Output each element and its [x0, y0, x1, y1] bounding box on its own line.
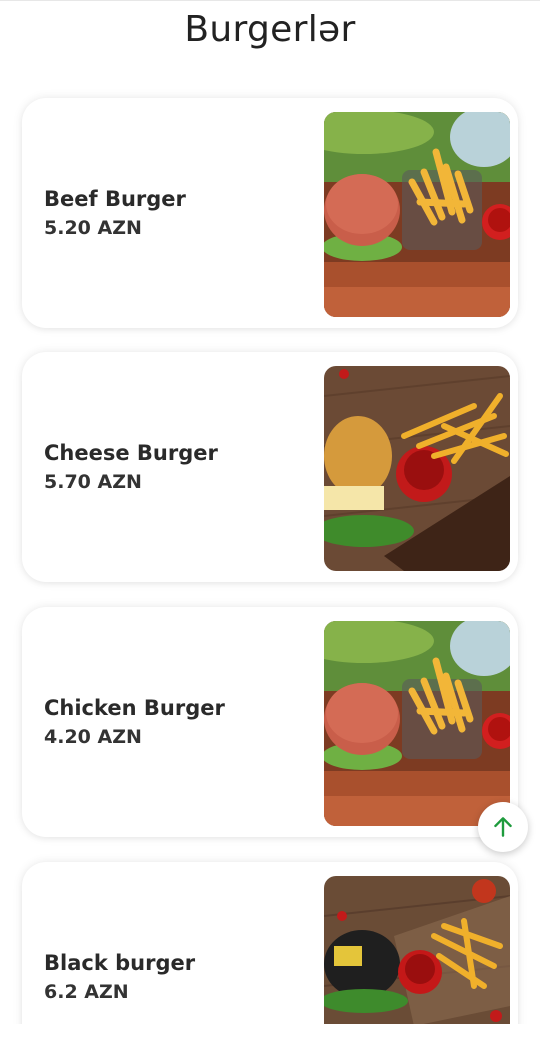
product-card[interactable]: Chicken Burger 4.20 AZN — [22, 607, 518, 837]
product-price: 5.70 AZN — [44, 471, 142, 493]
arrow-up-icon — [494, 817, 512, 837]
category-title: Burgerlər — [184, 9, 356, 50]
black-burger-photo[interactable] — [324, 876, 510, 1040]
product-price: 4.20 AZN — [44, 726, 142, 748]
product-name: Beef Burger — [44, 187, 186, 211]
product-price: 6.2 AZN — [44, 981, 129, 1003]
beef-burger-photo[interactable] — [324, 112, 510, 317]
chicken-burger-photo[interactable] — [324, 621, 510, 826]
product-price: 5.20 AZN — [44, 217, 142, 239]
scroll-to-top-button[interactable] — [478, 802, 528, 852]
bottom-edge — [0, 1024, 540, 1040]
product-info: Chicken Burger 4.20 AZN — [44, 607, 225, 837]
product-card[interactable]: Black burger 6.2 AZN — [22, 862, 518, 1040]
menu-page: Burgerlər Beef Burger 5.20 AZN Cheese Bu… — [0, 0, 540, 1040]
product-info: Black burger 6.2 AZN — [44, 862, 195, 1040]
product-info: Beef Burger 5.20 AZN — [44, 98, 186, 328]
cheese-burger-photo[interactable] — [324, 366, 510, 571]
product-card[interactable]: Beef Burger 5.20 AZN — [22, 98, 518, 328]
product-card[interactable]: Cheese Burger 5.70 AZN — [22, 352, 518, 582]
product-info: Cheese Burger 5.70 AZN — [44, 352, 218, 582]
product-name: Black burger — [44, 951, 196, 975]
product-name: Chicken Burger — [44, 696, 225, 720]
product-name: Cheese Burger — [44, 441, 218, 465]
